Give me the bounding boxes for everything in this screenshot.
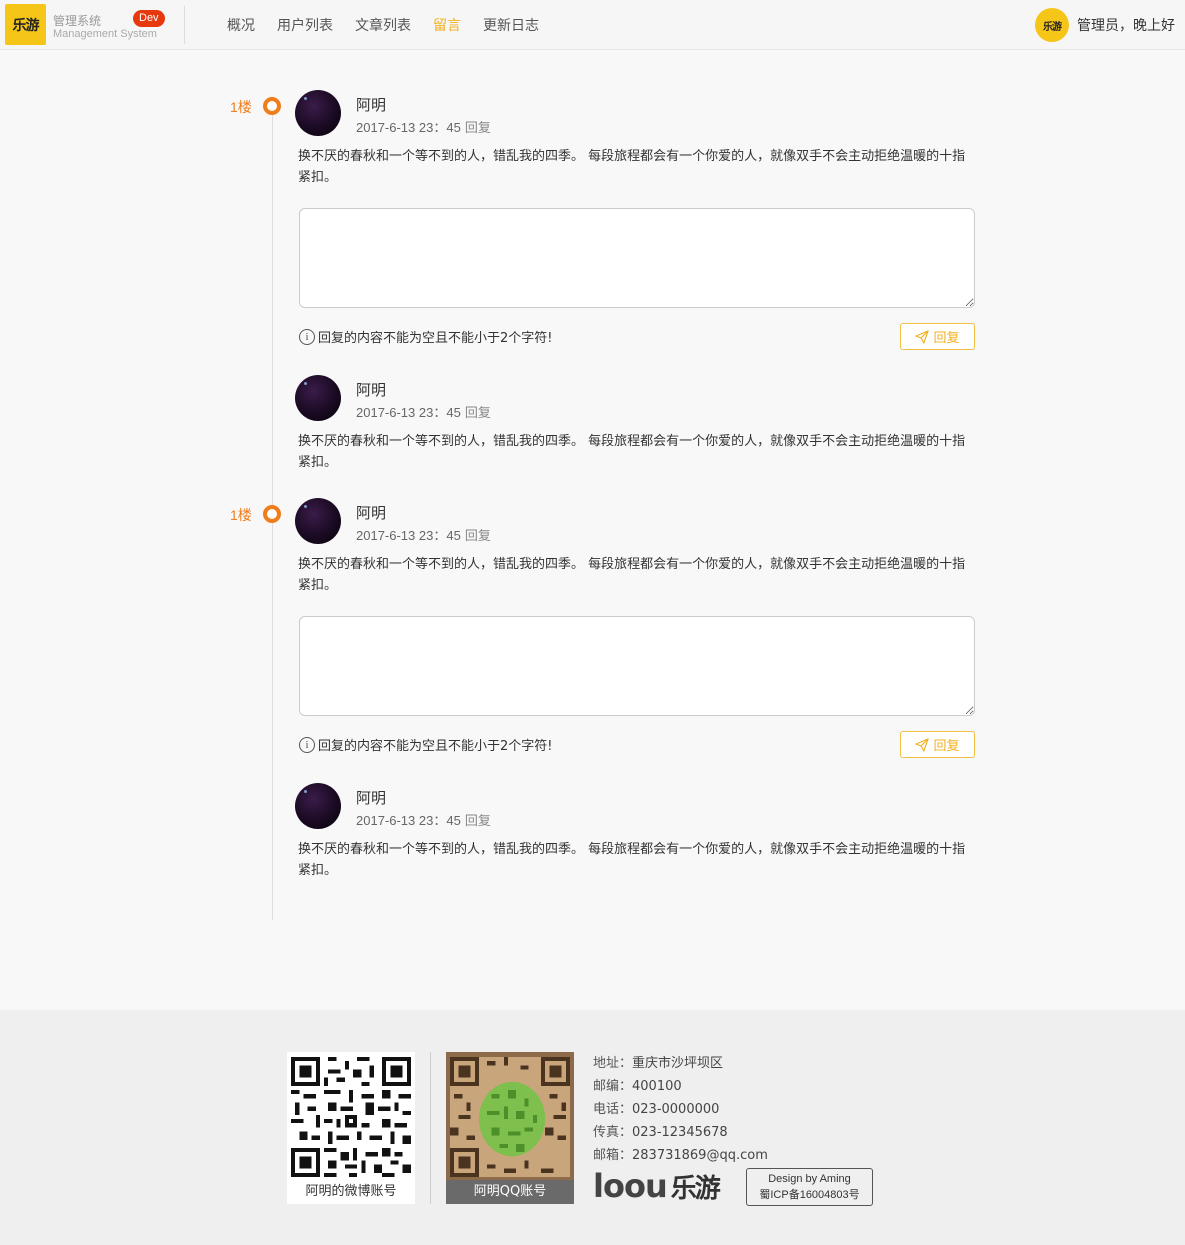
brand-logo-cn: 乐游 [670, 1173, 721, 1204]
design-credit: Design by Aming 蜀ICP备16004803号 [746, 1168, 873, 1206]
top-header: 乐游 管理系统 Management System Dev 概况 用户列表 文章… [0, 0, 1185, 50]
comment-author[interactable]: 阿明 [356, 379, 386, 400]
nav-item-changelog[interactable]: 更新日志 [483, 15, 539, 35]
footer-brand-logo: loou 乐游 [593, 1166, 721, 1206]
floor-label: 1楼 [230, 507, 252, 523]
nav-item-articles[interactable]: 文章列表 [355, 15, 411, 35]
reply-link[interactable]: 回复 [465, 525, 491, 544]
comment-meta: 2017-6-13 23：45 回复 [356, 402, 491, 421]
env-badge: Dev [133, 10, 165, 27]
comment-author[interactable]: 阿明 [356, 787, 386, 808]
header-divider [184, 6, 185, 44]
comment-time: 2017-6-13 23：45 [356, 528, 461, 543]
contact-phone: 电话： 023-0000000 [593, 1102, 720, 1117]
avatar[interactable] [295, 375, 341, 421]
weibo-qr-caption: 阿明的微博账号 [305, 1184, 397, 1199]
reply-link[interactable]: 回复 [465, 810, 491, 829]
user-greeting: 管理员，晚上好 [1077, 18, 1175, 34]
reply-textarea[interactable] [299, 616, 975, 716]
footer: 阿明的微博账号 阿明QQ账号 地址： 重庆市沙坪坝区 邮编： 400100 电话： 0… [0, 1010, 1185, 1245]
main-nav: 概况 用户列表 文章列表 留言 更新日志 [227, 0, 561, 50]
timeline-dot [263, 97, 281, 115]
weibo-qr-card: 阿明的微博账号 [287, 1052, 415, 1204]
timeline-dot [263, 505, 281, 523]
user-menu[interactable]: 乐游 管理员，晚上好 [1035, 0, 1175, 50]
avatar[interactable] [295, 90, 341, 136]
brand-logo-en: loou [593, 1167, 668, 1205]
hint-text: 回复的内容不能为空且不能小于2个字符! [318, 331, 553, 346]
comment-author[interactable]: 阿明 [356, 502, 386, 523]
reply-textarea[interactable] [299, 208, 975, 308]
comment-content: 换不厌的春秋和一个等不到的人，错乱我的四季。 每段旅程都会有一个你爱的人，就像双… [298, 557, 966, 593]
comment-meta: 2017-6-13 23：45 回复 [356, 117, 491, 136]
avatar[interactable] [295, 783, 341, 829]
design-by: Design by Aming [768, 1173, 851, 1185]
reply-hint: i 回复的内容不能为空且不能小于2个字符! [299, 735, 552, 754]
contact-email: 邮箱： 283731869@qq.com [593, 1148, 768, 1163]
footer-divider [430, 1052, 431, 1204]
comment-content: 换不厌的春秋和一个等不到的人，错乱我的四季。 每段旅程都会有一个你爱的人，就像双… [298, 842, 966, 878]
info-icon: i [299, 736, 315, 753]
nav-item-overview[interactable]: 概况 [227, 15, 255, 35]
comment-author[interactable]: 阿明 [356, 94, 386, 115]
reply-link[interactable]: 回复 [465, 402, 491, 421]
reply-link[interactable]: 回复 [465, 117, 491, 136]
system-name-en: Management System [53, 28, 157, 40]
contact-address: 地址： 重庆市沙坪坝区 [593, 1056, 724, 1071]
app-logo[interactable]: 乐游 [5, 4, 46, 45]
nav-item-messages[interactable]: 留言 [433, 15, 461, 35]
comment-time: 2017-6-13 23：45 [356, 120, 461, 135]
send-icon [915, 737, 930, 752]
qq-qr-card: 阿明QQ账号 [446, 1052, 574, 1204]
contact-info: 地址： 重庆市沙坪坝区 邮编： 400100 电话： 023-0000000 传真： 0… [593, 1052, 768, 1167]
nav-item-users[interactable]: 用户列表 [277, 15, 333, 35]
reply-submit-button[interactable]: 回复 [900, 323, 975, 350]
icp-number[interactable]: 蜀ICP备16004803号 [747, 1187, 872, 1203]
avatar[interactable] [295, 498, 341, 544]
comment-content: 换不厌的春秋和一个等不到的人，错乱我的四季。 每段旅程都会有一个你爱的人，就像双… [298, 434, 966, 470]
comment-time: 2017-6-13 23：45 [356, 813, 461, 828]
floor-label: 1楼 [230, 99, 252, 115]
reply-submit-button[interactable]: 回复 [900, 731, 975, 758]
comment-time: 2017-6-13 23：45 [356, 405, 461, 420]
hint-text: 回复的内容不能为空且不能小于2个字符! [318, 739, 553, 754]
weibo-qr-code [291, 1057, 411, 1177]
contact-postcode: 邮编： 400100 [593, 1079, 682, 1094]
reply-hint: i 回复的内容不能为空且不能小于2个字符! [299, 327, 552, 346]
reply-submit-label: 回复 [933, 739, 960, 754]
system-name-cn: 管理系统 [53, 14, 102, 28]
comment-content: 换不厌的春秋和一个等不到的人，错乱我的四季。 每段旅程都会有一个你爱的人，就像双… [298, 149, 966, 185]
comment-meta: 2017-6-13 23：45 回复 [356, 810, 491, 829]
contact-fax: 传真： 023-12345678 [593, 1125, 728, 1140]
send-icon [915, 329, 930, 344]
comment-meta: 2017-6-13 23：45 回复 [356, 525, 491, 544]
qq-qr-caption: 阿明QQ账号 [446, 1180, 574, 1204]
qq-qr-code [450, 1057, 570, 1177]
info-icon: i [299, 328, 315, 345]
user-avatar[interactable]: 乐游 [1035, 8, 1069, 42]
reply-submit-label: 回复 [933, 331, 960, 346]
